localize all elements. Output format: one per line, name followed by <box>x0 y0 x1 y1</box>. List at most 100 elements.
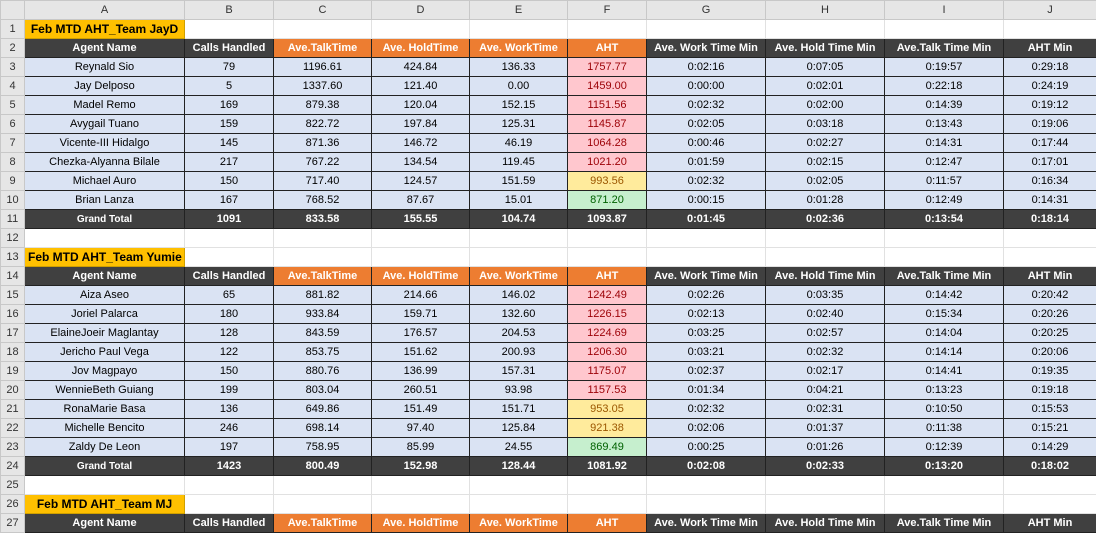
talk-min-cell[interactable]: 0:12:49 <box>884 190 1004 210</box>
talk-min-cell[interactable]: 0:14:42 <box>884 285 1004 305</box>
work-min-cell[interactable]: 0:02:32 <box>646 95 766 115</box>
row-number[interactable]: 18 <box>0 342 25 362</box>
empty-cell[interactable] <box>884 19 1004 39</box>
talk-cell[interactable]: 881.82 <box>273 285 372 305</box>
empty-cell[interactable] <box>273 475 372 495</box>
agent-name-cell[interactable]: WennieBeth Guiang <box>24 380 185 400</box>
row-number[interactable]: 23 <box>0 437 25 457</box>
work-cell[interactable]: 146.02 <box>469 285 568 305</box>
empty-cell[interactable] <box>765 228 885 248</box>
column-header-a[interactable]: A <box>24 0 185 20</box>
empty-cell[interactable] <box>371 494 470 514</box>
column-label[interactable]: Agent Name <box>24 38 185 58</box>
row-number[interactable]: 15 <box>0 285 25 305</box>
work-min-cell[interactable]: 0:02:26 <box>646 285 766 305</box>
talk-min-cell[interactable]: 0:11:38 <box>884 418 1004 438</box>
row-number[interactable]: 10 <box>0 190 25 210</box>
total-hold-min-cell[interactable]: 0:02:36 <box>765 209 885 229</box>
empty-cell[interactable] <box>273 228 372 248</box>
row-number[interactable]: 3 <box>0 57 25 77</box>
calls-cell[interactable]: 79 <box>184 57 274 77</box>
column-label[interactable]: Ave.Talk Time Min <box>884 266 1004 286</box>
work-min-cell[interactable]: 0:02:06 <box>646 418 766 438</box>
aht-min-cell[interactable]: 0:20:06 <box>1003 342 1096 362</box>
total-calls-cell[interactable]: 1091 <box>184 209 274 229</box>
total-work-min-cell[interactable]: 0:01:45 <box>646 209 766 229</box>
calls-cell[interactable]: 65 <box>184 285 274 305</box>
hold-cell[interactable]: 159.71 <box>371 304 470 324</box>
empty-cell[interactable] <box>567 228 647 248</box>
aht-min-cell[interactable]: 0:15:21 <box>1003 418 1096 438</box>
column-label[interactable]: AHT Min <box>1003 513 1096 533</box>
talk-cell[interactable]: 853.75 <box>273 342 372 362</box>
hold-cell[interactable]: 97.40 <box>371 418 470 438</box>
column-label[interactable]: Agent Name <box>24 513 185 533</box>
row-number[interactable]: 12 <box>0 228 25 248</box>
work-min-cell[interactable]: 0:02:05 <box>646 114 766 134</box>
team-title[interactable]: Feb MTD AHT_Team Yumie <box>24 247 185 267</box>
total-talk-min-cell[interactable]: 0:13:20 <box>884 456 1004 476</box>
work-cell[interactable]: 24.55 <box>469 437 568 457</box>
column-label[interactable]: Ave. Work Time Min <box>646 38 766 58</box>
aht-min-cell[interactable]: 0:19:18 <box>1003 380 1096 400</box>
empty-cell[interactable] <box>469 475 568 495</box>
empty-cell[interactable] <box>884 228 1004 248</box>
row-number[interactable]: 5 <box>0 95 25 115</box>
column-label[interactable]: AHT Min <box>1003 38 1096 58</box>
empty-cell[interactable] <box>1003 19 1096 39</box>
empty-cell[interactable] <box>1003 494 1096 514</box>
empty-cell[interactable] <box>884 494 1004 514</box>
aht-min-cell[interactable]: 0:19:06 <box>1003 114 1096 134</box>
hold-cell[interactable]: 260.51 <box>371 380 470 400</box>
aht-cell[interactable]: 1242.49 <box>567 285 647 305</box>
work-cell[interactable]: 119.45 <box>469 152 568 172</box>
aht-cell[interactable]: 1175.07 <box>567 361 647 381</box>
empty-cell[interactable] <box>184 247 274 267</box>
empty-cell[interactable] <box>469 494 568 514</box>
hold-cell[interactable]: 151.62 <box>371 342 470 362</box>
total-work-cell[interactable]: 128.44 <box>469 456 568 476</box>
column-header-f[interactable]: F <box>567 0 647 20</box>
agent-name-cell[interactable]: Reynald Sio <box>24 57 185 77</box>
calls-cell[interactable]: 150 <box>184 361 274 381</box>
talk-cell[interactable]: 803.04 <box>273 380 372 400</box>
talk-min-cell[interactable]: 0:13:23 <box>884 380 1004 400</box>
column-label[interactable]: AHT <box>567 38 647 58</box>
work-min-cell[interactable]: 0:00:25 <box>646 437 766 457</box>
hold-cell[interactable]: 120.04 <box>371 95 470 115</box>
agent-name-cell[interactable]: Michelle Bencito <box>24 418 185 438</box>
hold-min-cell[interactable]: 0:07:05 <box>765 57 885 77</box>
agent-name-cell[interactable]: Brian Lanza <box>24 190 185 210</box>
team-title[interactable]: Feb MTD AHT_Team JayD <box>24 19 185 39</box>
row-number[interactable]: 17 <box>0 323 25 343</box>
agent-name-cell[interactable]: RonaMarie Basa <box>24 399 185 419</box>
row-number[interactable]: 7 <box>0 133 25 153</box>
aht-min-cell[interactable]: 0:17:01 <box>1003 152 1096 172</box>
total-calls-cell[interactable]: 1423 <box>184 456 274 476</box>
total-talk-cell[interactable]: 800.49 <box>273 456 372 476</box>
column-label[interactable]: Ave.TalkTime <box>273 38 372 58</box>
column-label[interactable]: Ave. WorkTime <box>469 266 568 286</box>
hold-min-cell[interactable]: 0:02:40 <box>765 304 885 324</box>
total-work-cell[interactable]: 104.74 <box>469 209 568 229</box>
empty-cell[interactable] <box>646 19 766 39</box>
hold-min-cell[interactable]: 0:02:31 <box>765 399 885 419</box>
work-cell[interactable]: 93.98 <box>469 380 568 400</box>
empty-cell[interactable] <box>646 247 766 267</box>
row-number[interactable]: 1 <box>0 19 25 39</box>
work-cell[interactable]: 136.33 <box>469 57 568 77</box>
row-number[interactable]: 20 <box>0 380 25 400</box>
column-label[interactable]: Calls Handled <box>184 266 274 286</box>
column-header-e[interactable]: E <box>469 0 568 20</box>
hold-cell[interactable]: 85.99 <box>371 437 470 457</box>
calls-cell[interactable]: 145 <box>184 133 274 153</box>
row-number[interactable]: 9 <box>0 171 25 191</box>
column-label[interactable]: Ave.Talk Time Min <box>884 513 1004 533</box>
talk-cell[interactable]: 822.72 <box>273 114 372 134</box>
aht-min-cell[interactable]: 0:19:35 <box>1003 361 1096 381</box>
calls-cell[interactable]: 180 <box>184 304 274 324</box>
column-label[interactable]: Ave. HoldTime <box>371 38 470 58</box>
empty-cell[interactable] <box>1003 247 1096 267</box>
aht-min-cell[interactable]: 0:29:18 <box>1003 57 1096 77</box>
column-header-c[interactable]: C <box>273 0 372 20</box>
